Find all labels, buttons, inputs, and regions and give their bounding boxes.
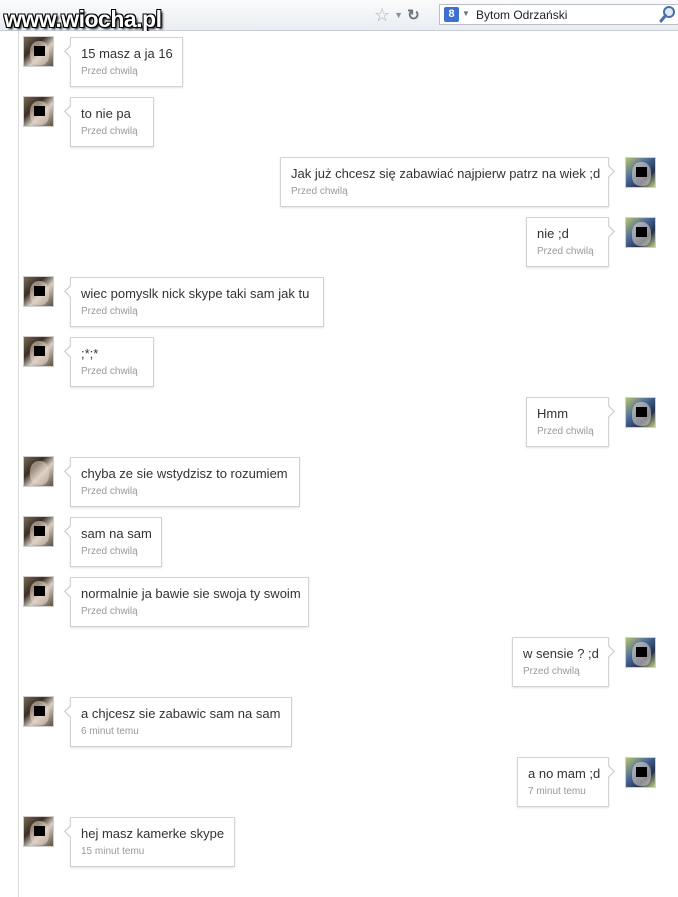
avatar[interactable] xyxy=(625,757,656,788)
reload-icon[interactable]: ↻ xyxy=(407,6,420,24)
censor-bar xyxy=(34,706,45,716)
message-time: Przed chwilą xyxy=(523,666,580,677)
avatar[interactable] xyxy=(625,157,656,188)
avatar[interactable] xyxy=(23,816,54,847)
message-time: Przed chwilą xyxy=(291,186,348,197)
avatar[interactable] xyxy=(23,516,54,547)
message-bubble: hej masz kamerke skype 15 minut temu xyxy=(64,817,235,867)
message-time: Przed chwilą xyxy=(81,126,138,137)
browser-toolbar: www.wiocha.pl ☆ ▼ ↻ 8 ▼ Bytom Odrzański xyxy=(0,0,678,32)
message-bubble: to nie pa Przed chwilą xyxy=(64,97,154,147)
search-engine-icon[interactable]: 8 xyxy=(444,7,459,22)
dropdown-icon[interactable]: ▼ xyxy=(394,10,403,20)
message-bubble: chyba ze sie wstydzisz to rozumiem Przed… xyxy=(64,457,300,507)
message-text: wiec pomyslk nick skype taki sam jak tu xyxy=(81,286,310,301)
message-time: Przed chwilą xyxy=(81,606,138,617)
message-bubble: wiec pomyslk nick skype taki sam jak tu … xyxy=(64,277,324,327)
avatar[interactable] xyxy=(625,397,656,428)
message-text: a chjcesz sie zabawic sam na sam xyxy=(81,706,281,721)
avatar[interactable] xyxy=(23,96,54,127)
censor-bar xyxy=(34,46,45,56)
censor-bar xyxy=(34,826,45,836)
avatar[interactable] xyxy=(23,36,54,67)
message-bubble: 15 masz a ja 16 Przed chwilą xyxy=(64,37,183,87)
message-text: ;*;* xyxy=(81,346,99,361)
avatar[interactable] xyxy=(23,456,54,487)
censor-bar xyxy=(34,526,45,536)
message-text: sam na sam xyxy=(81,526,152,541)
magnifier-icon[interactable] xyxy=(659,5,677,23)
message-text: 15 masz a ja 16 xyxy=(81,46,173,61)
message-text: Jak już chcesz się zabawiać najpierw pat… xyxy=(291,166,601,181)
message-time: 6 minut temu xyxy=(81,726,139,737)
message-time: Przed chwilą xyxy=(81,366,138,377)
chevron-down-icon[interactable]: ▼ xyxy=(462,9,470,18)
message-time: Przed chwilą xyxy=(537,426,594,437)
message-time: Przed chwilą xyxy=(81,66,138,77)
avatar[interactable] xyxy=(23,576,54,607)
message-text: nie ;d xyxy=(537,226,569,241)
chat-window: 15 masz a ja 16 Przed chwilą to nie pa P… xyxy=(18,31,678,897)
censor-bar xyxy=(636,227,647,237)
message-time: Przed chwilą xyxy=(81,306,138,317)
avatar[interactable] xyxy=(23,276,54,307)
censor-bar xyxy=(34,286,45,296)
message-text: normalnie ja bawie sie swoja ty swoim xyxy=(81,586,301,601)
message-time: 7 minut temu xyxy=(528,786,586,797)
censor-bar xyxy=(636,167,647,177)
censor-bar xyxy=(636,647,647,657)
message-bubble: sam na sam Przed chwilą xyxy=(64,517,162,567)
message-bubble: nie ;d Przed chwilą xyxy=(526,217,615,267)
message-bubble: w sensie ? ;d Przed chwilą xyxy=(512,637,615,687)
message-bubble: ;*;* Przed chwilą xyxy=(64,337,154,387)
message-bubble: Jak już chcesz się zabawiać najpierw pat… xyxy=(280,157,615,207)
message-bubble: a no mam ;d 7 minut temu xyxy=(517,757,615,807)
avatar[interactable] xyxy=(625,637,656,668)
censor-bar xyxy=(34,106,45,116)
censor-bar xyxy=(636,407,647,417)
censor-bar xyxy=(34,346,45,356)
censor-bar xyxy=(34,586,45,596)
message-text: a no mam ;d xyxy=(528,766,601,781)
message-text: to nie pa xyxy=(81,106,131,121)
message-text: hej masz kamerke skype xyxy=(81,826,225,841)
censor-bar xyxy=(636,767,647,777)
message-time: Przed chwilą xyxy=(81,546,138,557)
message-bubble: a chjcesz sie zabawic sam na sam 6 minut… xyxy=(64,697,292,747)
avatar[interactable] xyxy=(23,336,54,367)
search-input[interactable]: Bytom Odrzański xyxy=(476,8,567,22)
message-time: Przed chwilą xyxy=(81,486,138,497)
message-time: Przed chwilą xyxy=(537,246,594,257)
avatar[interactable] xyxy=(23,696,54,727)
message-text: w sensie ? ;d xyxy=(523,646,599,661)
message-text: chyba ze sie wstydzisz to rozumiem xyxy=(81,466,288,481)
star-icon[interactable]: ☆ xyxy=(374,5,390,26)
message-text: Hmm xyxy=(537,406,569,421)
message-time: 15 minut temu xyxy=(81,846,145,857)
message-bubble: normalnie ja bawie sie swoja ty swoim Pr… xyxy=(64,577,309,627)
avatar[interactable] xyxy=(625,217,656,248)
search-box[interactable]: 8 ▼ Bytom Odrzański xyxy=(439,4,678,25)
message-bubble: Hmm Przed chwilą xyxy=(526,397,615,447)
watermark: www.wiocha.pl xyxy=(4,6,162,32)
url-bar-controls: ☆ ▼ ↻ xyxy=(374,4,420,26)
